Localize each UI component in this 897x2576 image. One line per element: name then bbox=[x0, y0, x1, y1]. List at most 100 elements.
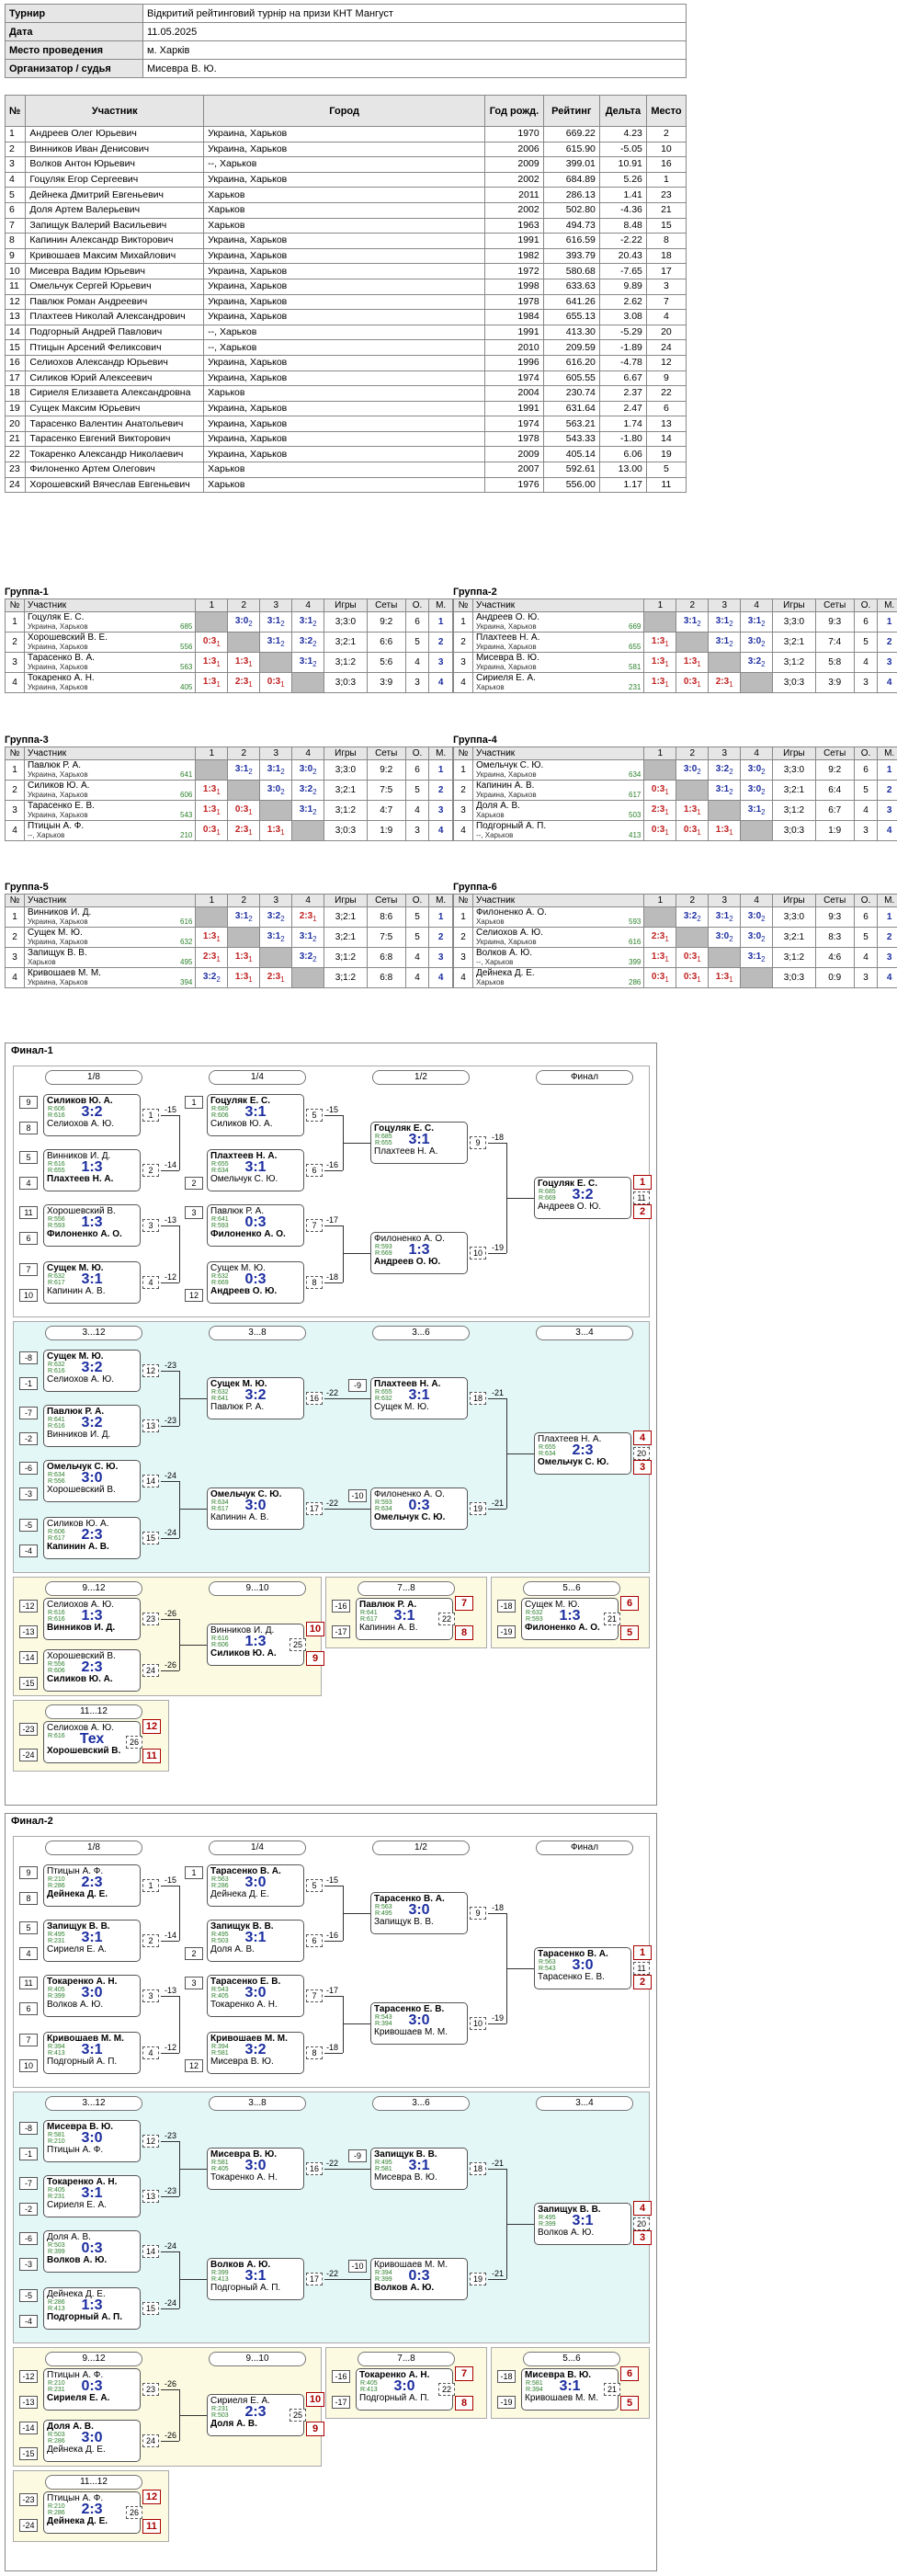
group-games: 3;1:2 bbox=[772, 947, 816, 968]
player-cell: 1.41 bbox=[598, 187, 647, 203]
group-result: 2:31 bbox=[227, 672, 261, 693]
player-cell: 2006 bbox=[484, 141, 544, 158]
connector-label: -21 bbox=[492, 1388, 505, 1397]
bracket-line bbox=[161, 2389, 179, 2390]
group-header-cell: 3 bbox=[708, 894, 742, 907]
group-2: Группа-2 № Участник 1 2 3 4 Игры Сеты О. М. 1 Андрее… bbox=[453, 586, 897, 693]
match-box: Филоненко А. О. 1:3 Андреев О. Ю. R:593 R:66… bbox=[370, 1232, 468, 1274]
bracket-line bbox=[179, 2415, 207, 2416]
player-cell: 2010 bbox=[484, 339, 544, 356]
group-row-num: 2 bbox=[5, 927, 25, 948]
match-box: Хорошевский В. 2:3 Силиков Ю. А. R:556 R:606 bbox=[43, 1649, 141, 1692]
group-row: 2 Силиков Ю. А. Украина, Харьков 606 1:31 3:0… bbox=[5, 780, 453, 801]
info-value: Мисевра В. Ю. bbox=[142, 59, 687, 78]
bracket-line bbox=[488, 2023, 506, 2024]
bracket-consolation-stage: 3...12 3...8 3...6 3...4 Мисевра В. Ю. 3:0 Пти… bbox=[13, 2092, 652, 2343]
player-cell: 1991 bbox=[484, 324, 544, 341]
group-row: 2 Селиохов А. Ю. Украина, Харьков 616 2:31 3:… bbox=[453, 927, 897, 948]
group-result: 3:12 bbox=[259, 927, 293, 948]
player-cell: 2011 bbox=[484, 187, 544, 203]
match-player-bottom: Филоненко А. О. bbox=[210, 1229, 286, 1239]
match-rating-bottom: R:617 bbox=[360, 1616, 378, 1623]
player-cell: 11 bbox=[645, 476, 687, 494]
group-result: 3:12 bbox=[740, 800, 774, 821]
group-player-meta: Украина, Харьков 632 bbox=[28, 938, 192, 947]
group-result-score: 3:1 bbox=[747, 616, 762, 626]
group-place: 2 bbox=[877, 632, 897, 653]
group-header-cell: № bbox=[453, 747, 473, 760]
match-player-bottom: Омельчук С. Ю. bbox=[374, 1512, 446, 1522]
group-games: 3;1:2 bbox=[324, 652, 368, 673]
group-player-name: Плахтеев Н. А. bbox=[475, 632, 540, 643]
group-result: 3:12 bbox=[259, 759, 293, 781]
group-header-cell: Участник bbox=[23, 598, 197, 612]
group-o: 6 bbox=[404, 759, 430, 781]
match-player-bottom: Капинин А. В. bbox=[47, 1286, 106, 1296]
group-sets: 1:9 bbox=[814, 820, 855, 841]
connector-label: -23 bbox=[165, 1416, 177, 1425]
group-self-cell bbox=[643, 759, 677, 781]
group-result: 3:12 bbox=[708, 611, 742, 633]
player-cell: 1978 bbox=[484, 430, 544, 448]
player-cell: 1978 bbox=[484, 293, 544, 311]
group-result-points: 2 bbox=[280, 640, 285, 648]
player-cell: 502.80 bbox=[542, 201, 600, 219]
group-result-score: 1:3 bbox=[234, 656, 249, 667]
group-row-num: 2 bbox=[453, 632, 473, 653]
group-player: Хорошевский В. Е. Украина, Харьков 556 bbox=[23, 632, 197, 653]
group-header: № Участник 1 2 3 4 Игры Сеты О. М. bbox=[5, 894, 453, 907]
group-games: 3;1:2 bbox=[772, 652, 816, 673]
group-place: 2 bbox=[877, 927, 897, 948]
group-result: 0:31 bbox=[259, 672, 293, 693]
seed-number: -14 bbox=[19, 2422, 38, 2434]
bracket-line bbox=[161, 1941, 179, 1942]
match-number: 17 bbox=[306, 1502, 323, 1515]
bracket-line bbox=[488, 2279, 506, 2280]
player-cell: Харьков bbox=[203, 462, 486, 478]
group-4: Группа-4 № Участник 1 2 3 4 Игры Сеты О. М. 1 Омельч… bbox=[453, 734, 897, 841]
player-cell: 1998 bbox=[484, 278, 544, 295]
player-row: 6 Доля Артем Валерьевич Харьков 2002 502.80-… bbox=[4, 201, 687, 219]
group-games: 3;3:0 bbox=[324, 611, 368, 633]
group-row-num: 4 bbox=[5, 820, 25, 841]
group-games: 3;3:0 bbox=[324, 759, 368, 781]
group-table: № Участник 1 2 3 4 Игры Сеты О. М. 1 Андреев О. Ю. У… bbox=[453, 598, 897, 693]
match-rating-bottom: R:231 bbox=[48, 2194, 65, 2200]
group-o: 4 bbox=[853, 800, 879, 821]
player-row: 12 Павлюк Роман Андреевич Украина, Харьков… bbox=[4, 293, 687, 311]
group-header: № Участник 1 2 3 4 Игры Сеты О. М. bbox=[453, 598, 897, 612]
group-player-name: Павлюк Р. А. bbox=[27, 759, 82, 770]
group-header-cell: Игры bbox=[772, 747, 816, 760]
group-self-cell bbox=[676, 780, 710, 801]
group-player-meta: Украина, Харьков 617 bbox=[476, 791, 641, 800]
round-label: 1/2 bbox=[372, 1070, 470, 1085]
group-result-score: 0:3 bbox=[683, 677, 698, 687]
group-result: 3:22 bbox=[195, 967, 229, 988]
group-result: 2:31 bbox=[291, 906, 325, 928]
group-self-cell bbox=[643, 611, 677, 633]
group-result-score: 3:0 bbox=[683, 764, 698, 774]
seed-number: -7 bbox=[19, 2177, 38, 2190]
bracket-line bbox=[324, 2169, 370, 2170]
group-5: Группа-5 № Участник 1 2 3 4 Игры Сеты О. М. 1 Винник… bbox=[5, 881, 453, 988]
connector-label: -15 bbox=[326, 1875, 339, 1885]
match-player-bottom: Токаренко А. Н. bbox=[210, 2000, 278, 2010]
match-number: 6 bbox=[306, 1164, 323, 1177]
group-result-points: 2 bbox=[761, 915, 766, 923]
seed-number: -14 bbox=[19, 1651, 38, 1664]
group-result-points: 1 bbox=[216, 935, 221, 943]
group-player-meta: --, Харьков 210 bbox=[28, 831, 192, 840]
group-player-city: Украина, Харьков bbox=[27, 917, 88, 926]
player-row: 2 Винников Иван Денисович Украина, Харьков… bbox=[4, 141, 687, 158]
group-result-score: 3:0 bbox=[747, 911, 762, 921]
match-box: Волков А. Ю. 3:1 Подгорный А. П. R:399 R:413 bbox=[207, 2258, 304, 2300]
info-key: Дата bbox=[5, 22, 143, 41]
match-player-bottom: Подгорный А. П. bbox=[359, 2393, 430, 2403]
player-row: 19 Сущек Максим Юрьевич Украина, Харьков 19… bbox=[4, 400, 687, 417]
final-place: 4 bbox=[633, 1430, 652, 1445]
match-rating-bottom: R:606 bbox=[211, 1112, 229, 1119]
match-rating-bottom: R:641 bbox=[211, 1396, 229, 1402]
group-player-name: Волков А. Ю. bbox=[475, 947, 533, 958]
group-header: № Участник 1 2 3 4 Игры Сеты О. М. bbox=[453, 747, 897, 760]
group-result-points: 2 bbox=[729, 935, 733, 943]
